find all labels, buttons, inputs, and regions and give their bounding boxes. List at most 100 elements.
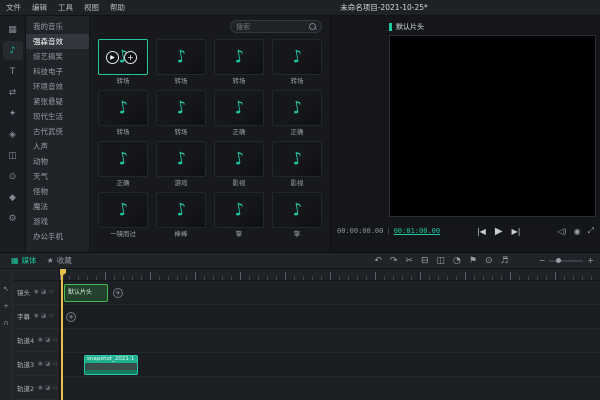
- track-lane[interactable]: +: [60, 305, 600, 329]
- audio-thumb[interactable]: ♪: [272, 141, 322, 177]
- search-input[interactable]: [236, 23, 306, 31]
- category-item[interactable]: 古代武侠: [26, 124, 89, 139]
- menu-item-帮助[interactable]: 帮助: [110, 2, 125, 13]
- menu-item-工具[interactable]: 工具: [58, 2, 73, 13]
- voiceover-button[interactable]: ⊙: [485, 253, 493, 269]
- audio-thumb[interactable]: ♪▶+: [98, 39, 148, 75]
- media-icon[interactable]: ▦: [3, 20, 23, 39]
- tile-add-button[interactable]: +: [124, 51, 137, 64]
- tile-play-button[interactable]: ▶: [106, 51, 119, 64]
- category-item[interactable]: 天气: [26, 169, 89, 184]
- audio-thumb[interactable]: ♪: [214, 141, 264, 177]
- audio-thumb[interactable]: ♪: [156, 192, 206, 228]
- audio-thumb[interactable]: ♪: [272, 192, 322, 228]
- track-visibility-icon[interactable]: ◉: [34, 289, 39, 295]
- audio-tile[interactable]: ♪转场: [272, 39, 322, 87]
- menu-item-视图[interactable]: 视图: [84, 2, 99, 13]
- tab-收藏[interactable]: ★收藏: [42, 253, 77, 268]
- zoom-in-button[interactable]: +: [587, 256, 594, 265]
- menu-item-文件[interactable]: 文件: [6, 2, 21, 13]
- add-track-icon[interactable]: +: [3, 302, 9, 310]
- split-button[interactable]: ✂: [405, 253, 413, 269]
- keyframe-icon[interactable]: ◆: [3, 188, 23, 207]
- category-item[interactable]: 现代生活: [26, 109, 89, 124]
- tab-媒体[interactable]: ▦媒体: [6, 253, 42, 268]
- audio-thumb[interactable]: ♪: [156, 141, 206, 177]
- audio-tile[interactable]: ♪转场: [98, 90, 148, 138]
- audio-tile[interactable]: ♪转场: [214, 39, 264, 87]
- audio-thumb[interactable]: ♪: [272, 90, 322, 126]
- audio-tile[interactable]: ♪▶+转场: [98, 39, 148, 87]
- track-mute-icon[interactable]: ◁: [52, 385, 56, 391]
- next-frame-button[interactable]: ▶|: [512, 227, 521, 236]
- audio-tile[interactable]: ♪影视: [214, 141, 264, 189]
- category-item[interactable]: 游戏: [26, 214, 89, 229]
- time-ruler[interactable]: [60, 269, 600, 281]
- category-item[interactable]: 怪物: [26, 184, 89, 199]
- zoom-slider[interactable]: [549, 260, 583, 262]
- elements-icon[interactable]: ◈: [3, 125, 23, 144]
- audio-tile[interactable]: ♪一镜而过: [98, 192, 148, 240]
- track-mute-icon[interactable]: ◁: [48, 313, 52, 319]
- audio-thumb[interactable]: ♪: [214, 192, 264, 228]
- category-item[interactable]: 魔法: [26, 199, 89, 214]
- zoom-out-button[interactable]: −: [539, 256, 546, 265]
- search-box[interactable]: [230, 20, 322, 33]
- audio-mixer-button[interactable]: ♬: [501, 253, 509, 269]
- category-item[interactable]: 强森音效: [26, 34, 89, 49]
- audio-tile[interactable]: ♪正确: [272, 90, 322, 138]
- record-icon[interactable]: ⊙: [3, 167, 23, 186]
- add-clip-button[interactable]: +: [113, 288, 123, 298]
- text-icon[interactable]: T: [3, 62, 23, 81]
- audio-tile[interactable]: ♪转场: [156, 90, 206, 138]
- category-item[interactable]: 综艺搞笑: [26, 49, 89, 64]
- category-item[interactable]: 环境音效: [26, 79, 89, 94]
- speed-button[interactable]: ◔: [453, 253, 461, 269]
- clip-snapshot[interactable]: snapshot_2021-1: [84, 355, 138, 375]
- track-lane[interactable]: 默认片头 +: [60, 281, 600, 305]
- audio-thumb[interactable]: ♪: [98, 192, 148, 228]
- category-item[interactable]: 办公手机: [26, 229, 89, 244]
- settings-icon[interactable]: ⚙: [3, 209, 23, 228]
- duration-time[interactable]: 00:01:00.00: [394, 227, 440, 235]
- menu-item-编辑[interactable]: 编辑: [32, 2, 47, 13]
- track-lock-icon[interactable]: ◪: [45, 385, 50, 391]
- zoom-slider-thumb[interactable]: [556, 258, 561, 263]
- track-lock-icon[interactable]: ◪: [45, 337, 50, 343]
- track-lane[interactable]: snapshot_2021-1: [60, 353, 600, 377]
- audio-thumb[interactable]: ♪: [98, 141, 148, 177]
- track-mute-icon[interactable]: ◁: [52, 361, 56, 367]
- clip-default-title[interactable]: 默认片头: [64, 284, 108, 302]
- delete-button[interactable]: ⊟: [421, 253, 429, 269]
- audio-tile[interactable]: ♪擎: [272, 192, 322, 240]
- volume-icon[interactable]: ◁): [557, 227, 566, 236]
- track-visibility-icon[interactable]: ◉: [38, 361, 43, 367]
- track-lock-icon[interactable]: ◪: [45, 361, 50, 367]
- audio-tile[interactable]: ♪正确: [214, 90, 264, 138]
- category-item[interactable]: 我的音乐: [26, 19, 89, 34]
- fullscreen-icon[interactable]: ⤢: [588, 226, 594, 236]
- category-item[interactable]: 科技电子: [26, 64, 89, 79]
- track-visibility-icon[interactable]: ◉: [38, 385, 43, 391]
- audio-tile[interactable]: ♪转场: [156, 39, 206, 87]
- add-subtitle-button[interactable]: +: [66, 312, 76, 322]
- track-lock-icon[interactable]: ◪: [41, 313, 46, 319]
- audio-thumb[interactable]: ♪: [156, 39, 206, 75]
- track-lock-icon[interactable]: ◪: [41, 289, 46, 295]
- undo-button[interactable]: ↶: [374, 253, 382, 269]
- category-item[interactable]: 人声: [26, 139, 89, 154]
- select-tool-icon[interactable]: ↖: [3, 285, 9, 293]
- track-mute-icon[interactable]: ◁: [48, 289, 52, 295]
- track-mute-icon[interactable]: ◁: [52, 337, 56, 343]
- snapshot-icon[interactable]: ◉: [574, 227, 581, 236]
- audio-tile[interactable]: ♪游戏: [156, 141, 206, 189]
- transition-icon[interactable]: ⇄: [3, 83, 23, 102]
- category-item[interactable]: 动物: [26, 154, 89, 169]
- snap-icon[interactable]: ∩: [3, 319, 8, 327]
- audio-tile[interactable]: ♪擎: [214, 192, 264, 240]
- audio-thumb[interactable]: ♪: [98, 90, 148, 126]
- track-lane[interactable]: [60, 377, 600, 400]
- audio-thumb[interactable]: ♪: [156, 90, 206, 126]
- track-lane[interactable]: [60, 329, 600, 353]
- audio-tile[interactable]: ♪棒棒: [156, 192, 206, 240]
